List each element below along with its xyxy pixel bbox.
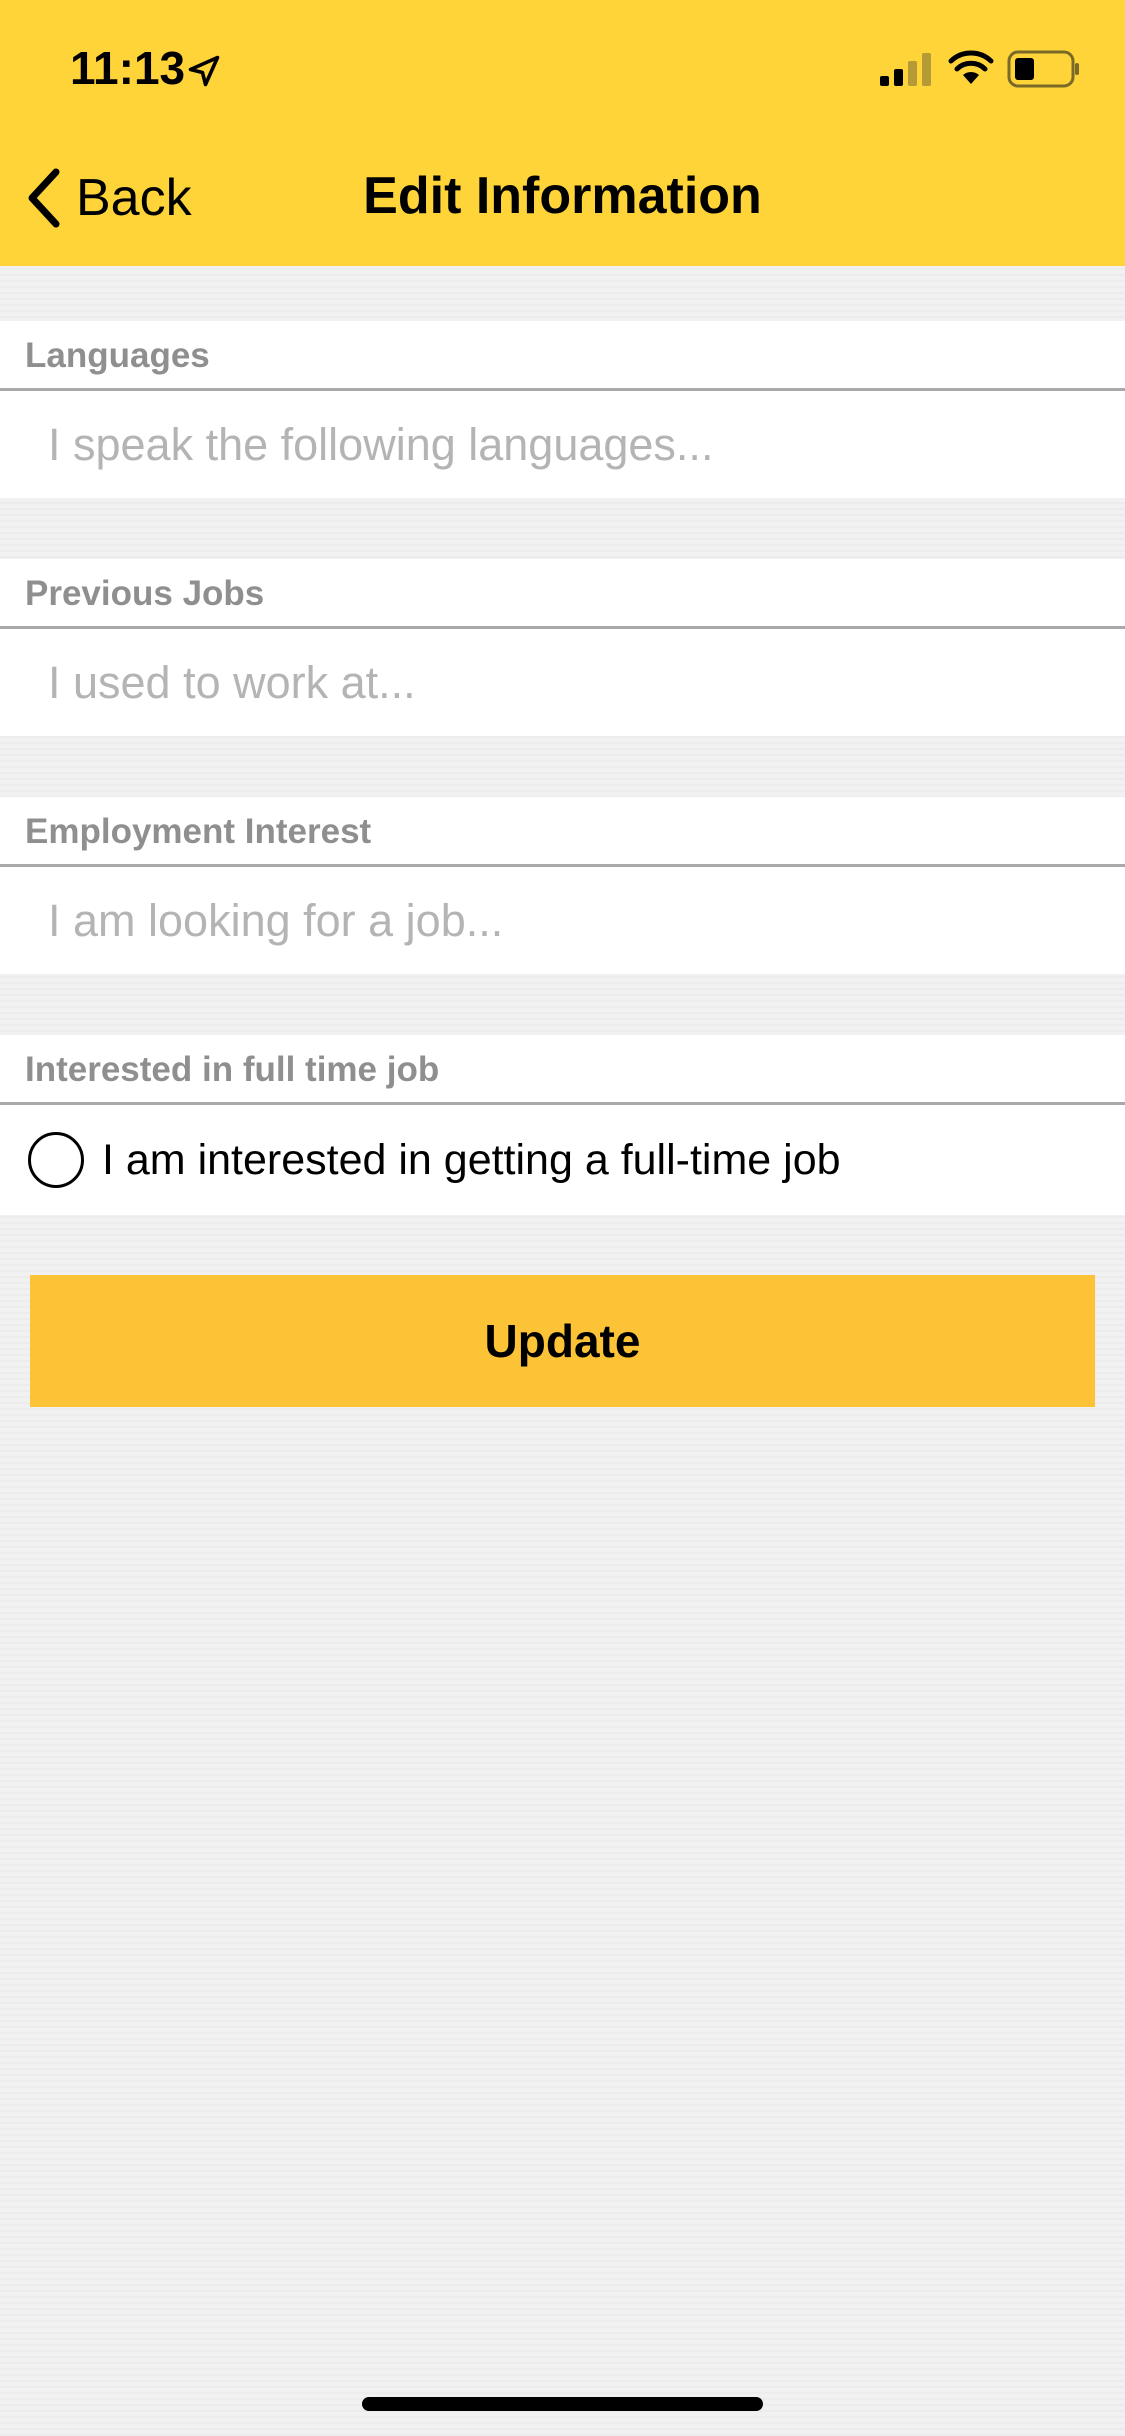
full-time-checkbox[interactable]: I am interested in getting a full-time j… bbox=[0, 1105, 1125, 1215]
page-title: Edit Information bbox=[363, 167, 762, 225]
languages-label: Languages bbox=[0, 321, 1125, 391]
employment-interest-input[interactable] bbox=[0, 867, 1125, 974]
previous-jobs-input[interactable] bbox=[0, 629, 1125, 736]
previous-jobs-section: Previous Jobs bbox=[0, 559, 1125, 736]
update-button[interactable]: Update bbox=[30, 1275, 1095, 1407]
cellular-signal-icon bbox=[880, 53, 931, 86]
full-time-label: Interested in full time job bbox=[0, 1035, 1125, 1105]
radio-unchecked-icon[interactable] bbox=[28, 1132, 84, 1188]
wifi-icon bbox=[948, 50, 994, 84]
header: 11:13 Back Edit Information bbox=[0, 0, 1125, 266]
full-time-option-label: I am interested in getting a full-time j… bbox=[102, 1135, 841, 1184]
languages-section: Languages bbox=[0, 321, 1125, 498]
previous-jobs-label: Previous Jobs bbox=[0, 559, 1125, 629]
employment-interest-section: Employment Interest bbox=[0, 797, 1125, 974]
location-arrow-icon bbox=[188, 55, 220, 87]
battery-icon bbox=[1007, 50, 1079, 88]
full-time-section: Interested in full time job I am interes… bbox=[0, 1035, 1125, 1215]
employment-interest-label: Employment Interest bbox=[0, 797, 1125, 867]
status-time: 11:13 bbox=[70, 42, 186, 94]
languages-input[interactable] bbox=[0, 391, 1125, 498]
home-indicator[interactable] bbox=[362, 2397, 763, 2411]
